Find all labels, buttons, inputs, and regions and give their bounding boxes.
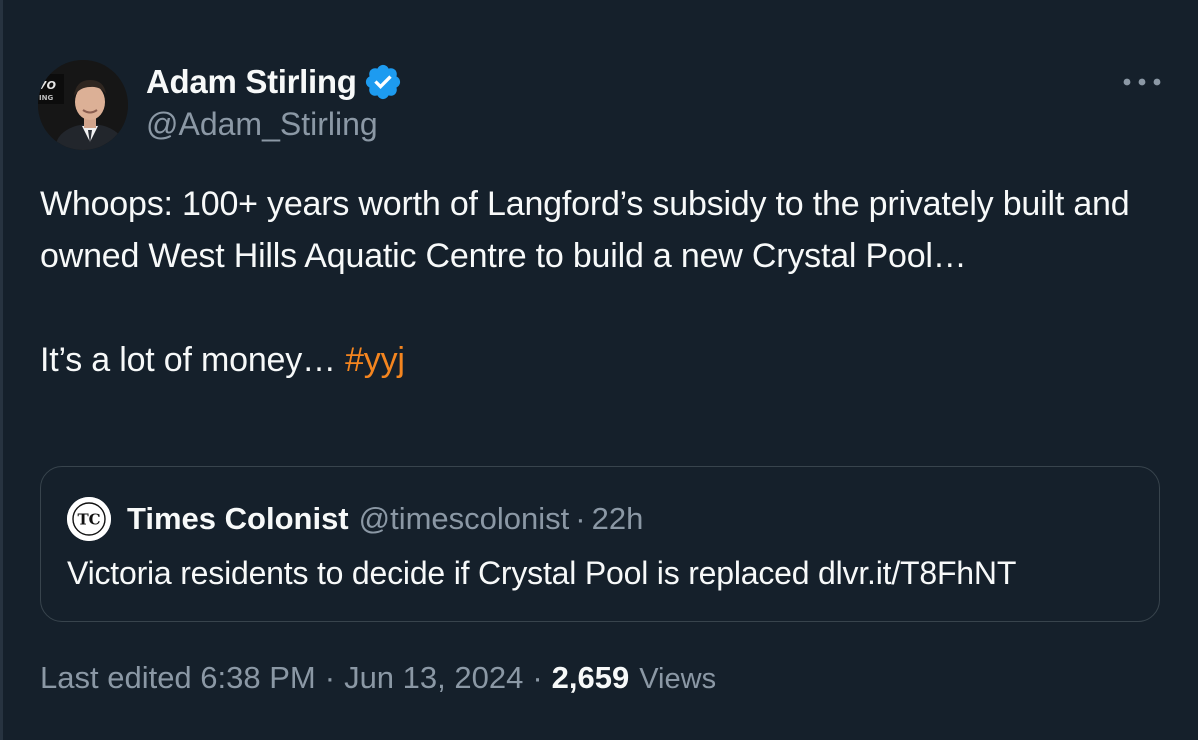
svg-text:7O: 7O [39, 79, 56, 92]
views-label: Views [639, 663, 717, 695]
author-handle[interactable]: @Adam_Stirling [146, 106, 378, 143]
more-horizontal-icon [1123, 78, 1161, 86]
quoted-timestamp: 22h [591, 501, 644, 536]
svg-text:ING: ING [39, 94, 53, 102]
quote-logo-text: TC [77, 511, 100, 529]
views-count: 2,659 [551, 660, 630, 695]
tweet-text: Whoops: 100+ years worth of Langford’s s… [40, 178, 1170, 386]
tweet-paragraph: It’s a lot of money… #yyj [40, 334, 1170, 386]
avatar-icon: 7O ING [38, 60, 128, 150]
author-name[interactable]: Adam Stirling [146, 63, 357, 101]
meta-separator: · [532, 660, 543, 695]
times-colonist-logo-icon: TC [67, 497, 111, 541]
quoted-tweet-text: Victoria residents to decide if Crystal … [67, 555, 1017, 591]
tweet-date[interactable]: Jun 13, 2024 [344, 660, 523, 696]
hashtag-link[interactable]: #yyj [345, 341, 405, 379]
tweet-text-span: It’s a lot of money… [40, 341, 346, 379]
quoted-tweet-header: TC Times Colonist @timescolonist · 22h [67, 497, 643, 541]
quoted-separator: · [575, 501, 586, 536]
author-avatar[interactable]: 7O ING [38, 60, 128, 150]
more-options-button[interactable] [1118, 66, 1166, 98]
tweet: 7O ING Adam Stirling @Adam_Stirling Whoo… [0, 0, 1198, 740]
author-name-row: Adam Stirling [146, 60, 403, 104]
verified-badge-icon [365, 64, 400, 100]
quoted-author-handle: @timescolonist [358, 501, 570, 536]
meta-separator: · [324, 660, 336, 695]
quoted-author-name: Times Colonist [127, 501, 349, 536]
edited-timestamp[interactable]: Last edited 6:38 PM [40, 660, 316, 696]
quoted-tweet-card[interactable]: TC Times Colonist @timescolonist · 22h V… [40, 466, 1160, 622]
tweet-meta: Last edited 6:38 PM · Jun 13, 2024 · 2,6… [40, 660, 716, 696]
tweet-paragraph: Whoops: 100+ years worth of Langford’s s… [40, 185, 1130, 275]
